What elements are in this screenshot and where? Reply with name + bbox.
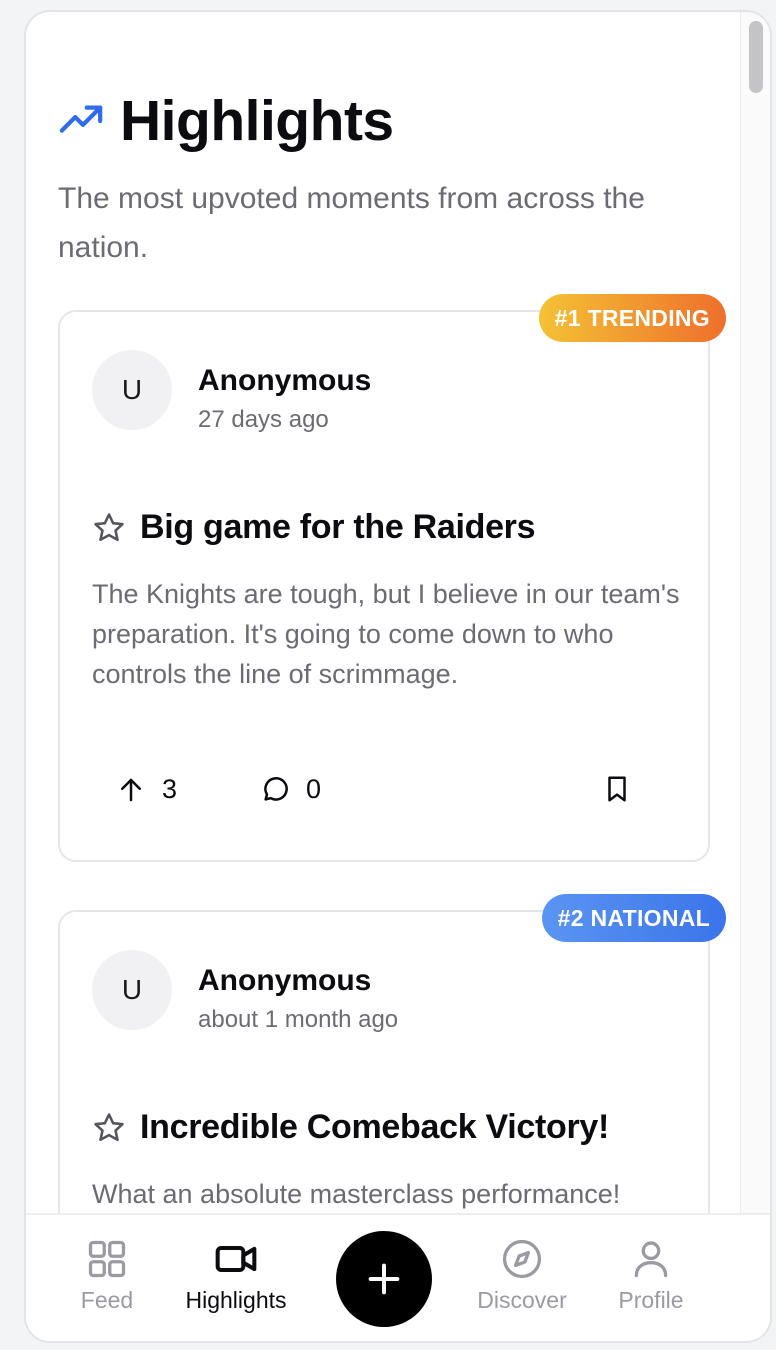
post-timestamp: 27 days ago [198, 406, 329, 433]
bottom-tab-bar: Feed Highlights Discover Profile [26, 1213, 770, 1341]
page-header: Highlights [58, 88, 394, 154]
post-title[interactable]: Incredible Comeback Victory! [140, 1108, 609, 1147]
post-title-row: Big game for the Raiders [92, 508, 536, 547]
comment-icon [264, 776, 288, 801]
post-card[interactable]: #1 TRENDING U Anonymous 27 days ago Big … [58, 294, 726, 862]
grid-icon [88, 1240, 126, 1278]
comment-button[interactable]: 0 [260, 774, 321, 805]
avatar[interactable]: U [92, 350, 172, 430]
star-icon[interactable] [92, 1111, 126, 1145]
scrollbar-track[interactable] [740, 12, 770, 1215]
post-body: What an absolute masterclass performance… [92, 1179, 621, 1209]
video-camera-icon [215, 1245, 257, 1273]
trending-badge: #1 TRENDING [538, 294, 726, 342]
trending-up-icon [59, 105, 103, 133]
post-body: The Knights are tough, but I believe in … [92, 579, 680, 689]
tab-highlights-label: Highlights [185, 1287, 287, 1313]
post-title[interactable]: Big game for the Raiders [140, 508, 536, 547]
create-post-button[interactable] [336, 1231, 432, 1327]
page-subtitle: The most upvoted moments from across the… [58, 182, 645, 264]
national-badge: #2 NATIONAL [541, 894, 726, 942]
user-icon [634, 1241, 668, 1278]
star-icon[interactable] [92, 511, 126, 545]
post-timestamp: about 1 month ago [198, 1006, 399, 1033]
compass-icon [502, 1239, 542, 1279]
tab-profile[interactable]: Profile [586, 1237, 716, 1314]
arrow-up-icon [121, 778, 141, 801]
tab-feed-label: Feed [80, 1287, 134, 1313]
author-name: Anonymous [198, 964, 372, 997]
avatar[interactable]: U [92, 950, 172, 1030]
tab-discover-label: Discover [477, 1287, 567, 1313]
post-title-row: Incredible Comeback Victory! [92, 1108, 609, 1147]
bookmark-button[interactable] [602, 774, 632, 804]
tab-discover[interactable]: Discover [457, 1237, 587, 1314]
bookmark-icon [608, 776, 626, 802]
upvote-count: 3 [162, 774, 178, 804]
tab-feed[interactable]: Feed [42, 1237, 172, 1314]
page-title: Highlights [120, 89, 394, 153]
tab-profile-label: Profile [618, 1287, 684, 1313]
scrollbar-thumb[interactable] [749, 21, 763, 93]
app-frame: Highlights The most upvoted moments from… [24, 10, 772, 1343]
tab-highlights[interactable]: Highlights [171, 1237, 301, 1314]
comment-count: 0 [306, 774, 322, 804]
author-name: Anonymous [198, 364, 372, 397]
upvote-button[interactable]: 3 [116, 774, 177, 805]
post-actions: 3 0 [92, 774, 676, 814]
plus-icon [368, 1263, 400, 1295]
